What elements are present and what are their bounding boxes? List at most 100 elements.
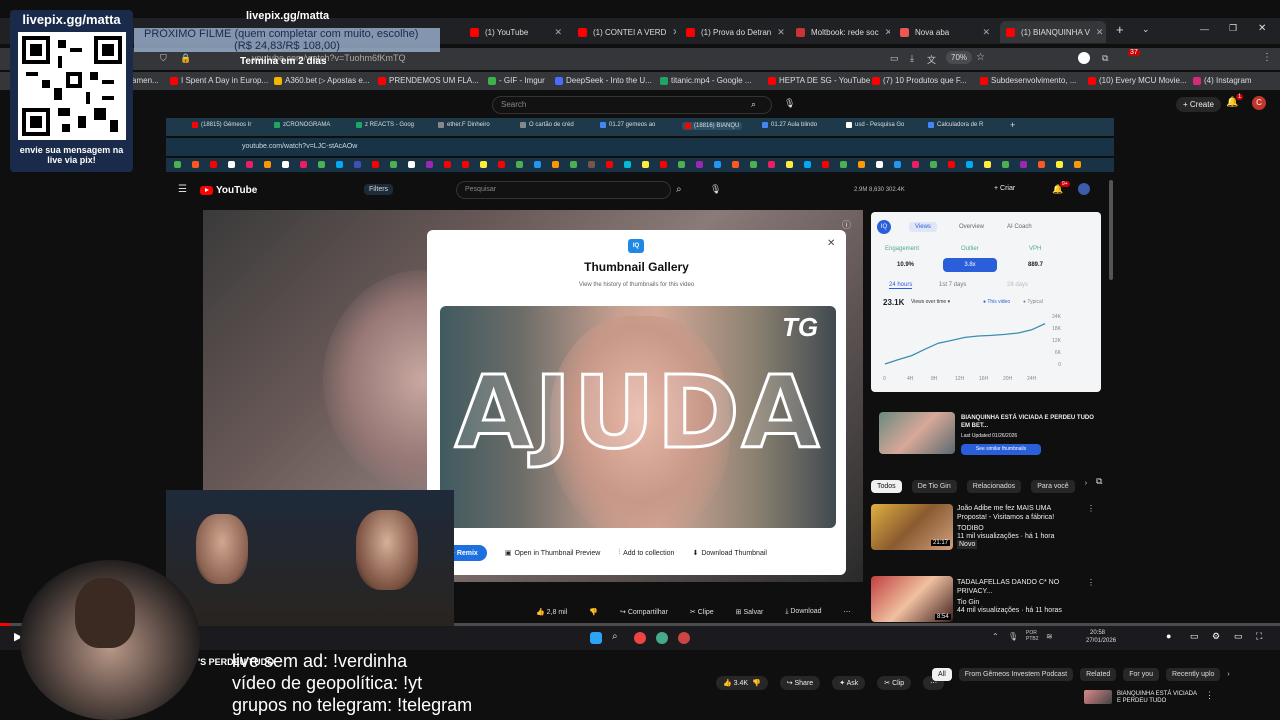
outer-tab[interactable]: Nova aba ✕ — [894, 21, 996, 43]
outer-tab[interactable]: (1) YouTube ✕ — [464, 21, 568, 43]
inner-search-input[interactable]: Pesquisar — [456, 181, 671, 199]
like-button[interactable]: 👍 2,8 mil — [536, 608, 567, 616]
close-icon[interactable]: ✕ — [554, 27, 562, 38]
bookmark[interactable]: A360.bet ▷ Apostas e... — [274, 76, 369, 85]
bookmark[interactable]: amen... — [132, 76, 159, 85]
tab-overview[interactable]: Overview — [959, 224, 984, 230]
new-tab-icon[interactable]: + — [1116, 22, 1124, 37]
outer-tab[interactable]: (1) Prova do Detran ✕ — [680, 21, 788, 43]
inner-tab[interactable]: zCRONOGRAMA — [274, 122, 330, 128]
avatar[interactable]: C — [1252, 96, 1266, 110]
theater-icon[interactable]: ▭ — [1234, 631, 1243, 642]
tab-views[interactable]: Views — [909, 222, 937, 232]
inner-tab[interactable]: Calculadora de R — [928, 122, 983, 128]
search-icon[interactable]: ⌕ — [612, 631, 618, 642]
minimize-icon[interactable]: — — [1200, 24, 1209, 34]
obs-icon[interactable] — [678, 632, 690, 644]
star-icon[interactable]: ☆ — [976, 52, 985, 63]
close-icon[interactable]: ✕ — [777, 27, 785, 38]
chip-de-tio-gin[interactable]: De Tio Gin — [911, 480, 957, 493]
bookmark[interactable]: (10) Every MCU Movie... — [1088, 76, 1187, 85]
bookmark[interactable]: Subdesenvolvimento, ... — [980, 76, 1076, 85]
chip-related[interactable]: Related — [1080, 668, 1117, 681]
extensions-icon[interactable]: ⧉ — [1102, 53, 1108, 64]
share-button[interactable]: ↪ Share — [779, 676, 821, 690]
clip-button[interactable]: ✂ Clip — [877, 676, 912, 690]
filters-button[interactable]: Filters — [364, 184, 394, 195]
chevron-down-icon[interactable]: ⌄ — [1142, 24, 1150, 35]
tab-1st-7-days[interactable]: 1st 7 days — [939, 282, 966, 288]
cast-icon[interactable]: ▭ — [890, 53, 899, 64]
scrollbar[interactable] — [1109, 180, 1113, 280]
open-preview-button[interactable]: ▣ Open in Thumbnail Preview — [505, 549, 600, 558]
hamburger-icon[interactable]: ☰ — [178, 184, 187, 195]
inner-tab[interactable]: z REACTS - Goog — [356, 122, 414, 128]
outer-tab-active[interactable]: (1) BIANQUINHA V ✕ — [1000, 21, 1106, 43]
chip-all[interactable]: All — [932, 668, 952, 681]
share-button[interactable]: ↪ Compartilhar — [620, 608, 668, 616]
outer-rec-thumbnail[interactable] — [1084, 690, 1112, 704]
mic-icon[interactable]: 🎙 — [1008, 632, 1018, 641]
more-icon[interactable]: ⋮ — [1087, 504, 1095, 513]
settings-icon[interactable]: ⚙ — [1212, 631, 1220, 642]
restore-icon[interactable]: ❐ — [1229, 23, 1237, 34]
chip-gemeos-podcast[interactable]: From Gêmeos Investem Podcast — [958, 668, 1074, 681]
tab-24-hours[interactable]: 24 hours — [889, 282, 913, 289]
autoplay-icon[interactable]: ● — [1166, 631, 1171, 641]
close-icon[interactable]: ✕ — [1096, 27, 1104, 38]
profile-icon[interactable] — [1078, 52, 1090, 64]
chip-recently-uploaded[interactable]: Recently uplo — [1165, 668, 1221, 681]
close-icon[interactable]: ✕ — [885, 27, 890, 38]
youtube-logo[interactable]: YouTube — [200, 185, 257, 196]
download-icon[interactable]: ⤓ — [910, 53, 914, 64]
shield-icon[interactable]: ⛉ — [160, 53, 167, 64]
bookmark[interactable]: - GIF - Imgur — [488, 76, 545, 85]
outer-rec-title[interactable]: BIANQUINHA ESTÁ VICIADA E PERDEU TUDO — [1117, 691, 1197, 705]
close-icon[interactable]: ✕ — [672, 27, 676, 38]
save-button[interactable]: ⊞ Salvar — [736, 608, 764, 616]
new-tab-icon[interactable]: + — [1010, 120, 1015, 130]
close-icon[interactable]: ✕ — [827, 238, 835, 249]
more-icon[interactable]: ⋯ — [844, 608, 851, 616]
tab-28-days[interactable]: 28 days — [1007, 282, 1028, 288]
microphone-icon[interactable]: 🎙 — [710, 184, 721, 195]
dislike-icon[interactable]: 👎 — [589, 608, 598, 616]
inner-tab[interactable]: ether.F Dinheiro — [438, 122, 490, 128]
extension-badge[interactable]: 37 — [1128, 49, 1140, 56]
fullscreen-icon[interactable]: ⛶ — [1256, 631, 1262, 642]
ask-button[interactable]: ✦ Ask — [832, 676, 866, 690]
chevron-up-icon[interactable]: ⌃ — [992, 632, 999, 641]
wifi-icon[interactable]: ≋ — [1046, 632, 1053, 641]
chrome-icon[interactable] — [634, 632, 646, 644]
thumbnail-image[interactable]: AJUDA TG — [440, 306, 836, 528]
like-button[interactable]: 👍 3.4K 👎 — [716, 676, 768, 690]
lock-icon[interactable]: 🔒 — [180, 53, 191, 64]
translate-icon[interactable]: 文 — [927, 53, 936, 66]
chevron-right-icon[interactable]: › — [1085, 480, 1087, 493]
see-similar-button[interactable]: See similar thumbnails — [961, 444, 1041, 455]
chip-todos[interactable]: Todos — [871, 480, 902, 493]
inner-tab[interactable]: 01.27 gemeos ao — [600, 122, 655, 128]
bookmark[interactable]: (7) 10 Produtos que F... — [872, 76, 967, 85]
inner-create-button[interactable]: + Criar — [994, 185, 1015, 192]
download-button[interactable]: ⤓ Download — [785, 608, 821, 616]
miniplayer-icon[interactable]: ⧉ — [1096, 476, 1102, 487]
menu-icon[interactable]: ⋮ — [1262, 52, 1272, 63]
subtitles-icon[interactable]: ▭ — [1190, 631, 1199, 642]
outer-tab[interactable]: (1) CONTEI A VERD ✕ — [572, 21, 676, 43]
chrome-profile-icon[interactable] — [656, 632, 668, 644]
inner-tab[interactable]: 01.27 Aula blindo — [762, 122, 817, 128]
search-icon[interactable]: ⌕ — [676, 184, 682, 195]
close-icon[interactable]: ✕ — [982, 27, 990, 38]
rec-title[interactable]: TADALAFELLAS DANDO C* NO PRIVACY... — [957, 578, 1077, 596]
more-icon[interactable]: ⋮ — [1205, 690, 1214, 701]
avatar[interactable] — [1078, 183, 1090, 195]
inner-tab[interactable]: usd - Pesquisa Go — [846, 122, 904, 128]
download-thumbnail-button[interactable]: ⬇ Download Thumbnail — [692, 549, 767, 558]
window-close-icon[interactable]: ✕ — [1258, 23, 1266, 34]
bookmark[interactable]: titanic.mp4 - Google ... — [660, 76, 751, 85]
bookmark[interactable]: HEPTA DE SG - YouTube — [768, 76, 870, 85]
bookmark[interactable]: I Spent A Day in Europ... — [170, 76, 268, 85]
more-icon[interactable]: ⋮ — [1087, 578, 1095, 587]
outer-tab[interactable]: Moltbook: rede soc ✕ — [790, 21, 890, 43]
